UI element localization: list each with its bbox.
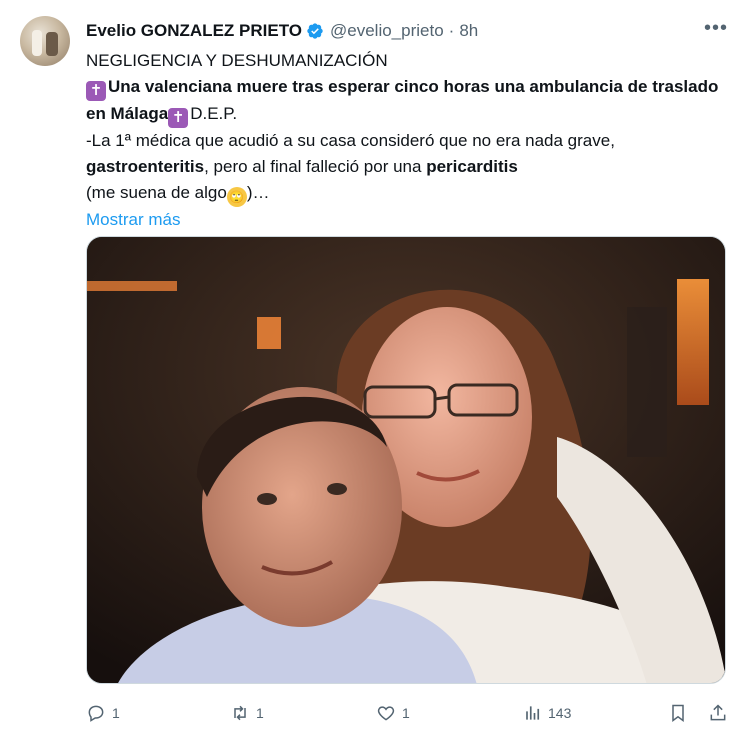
tweet-line: (me suena de algo 🙄)… [86,180,726,207]
bookmark-button[interactable] [668,703,688,723]
tweet-header: Evelio GONZALEZ PRIETO @evelio_prieto · … [86,20,734,42]
author-handle[interactable]: @evelio_prieto [330,21,444,41]
author-name[interactable]: Evelio GONZALEZ PRIETO [86,21,302,41]
tweet-line: -La 1ª médica que acudió a su casa consi… [86,131,615,150]
dep-text: D.E.P. [190,104,238,123]
retweet-button[interactable]: 1 [230,703,264,723]
bookmark-icon [672,704,684,722]
tweet-line: gastroenteritis, pero al final falleció … [86,157,518,176]
retweet-count: 1 [256,705,264,721]
tweet-actions: 1 1 1 143 [86,700,736,726]
like-count: 1 [402,705,410,721]
more-options-icon[interactable]: ••• [704,18,728,38]
share-icon [710,704,726,721]
header-separator: · [448,21,455,40]
show-more-link[interactable]: Mostrar más [86,210,180,229]
views-button[interactable]: 143 [522,703,571,723]
latin-cross-icon: ✝ [86,81,106,101]
tweet-card[interactable]: Evelio GONZALEZ PRIETO @evelio_prieto · … [0,0,754,742]
reply-count: 1 [112,705,120,721]
like-button[interactable]: 1 [376,703,410,723]
tweet-photo[interactable] [86,236,726,684]
latin-cross-icon: ✝ [168,108,189,128]
views-chart-icon [526,706,540,720]
tweet-timestamp[interactable]: 8h [459,21,478,41]
tweet-line: NEGLIGENCIA Y DESHUMANIZACIÓN [86,51,388,70]
views-count: 143 [548,705,572,721]
reply-icon [88,705,104,722]
retweet-icon [234,705,246,721]
rolling-eyes-icon: 🙄 [226,187,247,207]
tweet-line: ✝ Una valenciana muere tras esperar cinco… [86,74,726,128]
tweet-text: NEGLIGENCIA Y DESHUMANIZACIÓN ✝ Una valen… [86,48,726,233]
verified-badge-icon [306,22,324,40]
heart-icon [377,706,395,721]
author-avatar[interactable] [20,16,70,66]
share-button[interactable] [708,703,728,723]
reply-button[interactable]: 1 [86,703,120,723]
